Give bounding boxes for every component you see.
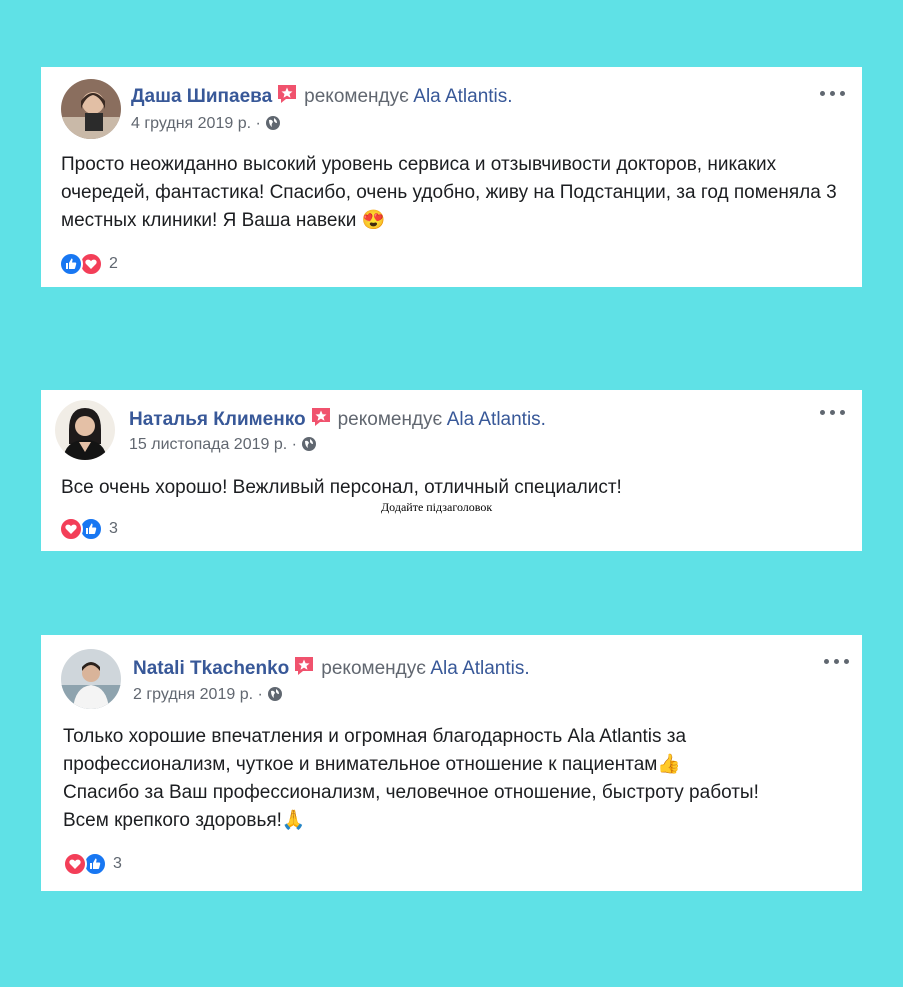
reactions-summary[interactable]: 3 <box>63 852 122 876</box>
recommendation-star-icon <box>310 406 332 433</box>
reactions-summary[interactable]: 2 <box>59 252 118 276</box>
post-date: 2 грудня 2019 р. · <box>133 686 283 707</box>
date-text[interactable]: 2 грудня 2019 р. · <box>133 686 263 703</box>
review-line: Всем крепкого здоровья!🙏 <box>63 810 306 831</box>
love-icon <box>63 852 87 876</box>
review-line: Спасибо за Ваш профессионализм, человечн… <box>63 782 759 803</box>
reviewer-name[interactable]: Даша Шипаева <box>131 86 272 107</box>
more-options-icon[interactable] <box>824 657 850 667</box>
post-date: 4 грудня 2019 р. · <box>131 115 281 136</box>
review-text: Все очень хорошо! Вежливый персонал, отл… <box>61 477 622 498</box>
review-header: Наталья Клименко рекомендує Ala Atlantis. <box>129 406 802 433</box>
globe-icon <box>267 686 283 707</box>
review-header: Даша Шипаева рекомендує Ala Atlantis. <box>131 83 802 110</box>
page-link[interactable]: Ala Atlantis. <box>430 658 529 679</box>
reviewer-name[interactable]: Наталья Клименко <box>129 409 306 430</box>
review-text: Просто неожиданно высокий уровень сервис… <box>61 151 846 235</box>
recommends-text: рекомендує <box>304 86 409 107</box>
review-header: Natali Tkachenko рекомендує Ala Atlantis. <box>133 655 802 682</box>
reactions-summary[interactable]: 3 <box>59 517 118 541</box>
date-text[interactable]: 4 грудня 2019 р. · <box>131 115 261 132</box>
recommendation-star-icon <box>293 655 315 682</box>
page-link[interactable]: Ala Atlantis. <box>447 409 546 430</box>
review-text: Только хорошие впечатления и огромная бл… <box>63 723 854 835</box>
date-text[interactable]: 15 листопада 2019 р. · <box>129 436 297 453</box>
more-options-icon[interactable] <box>820 408 846 418</box>
reaction-count: 3 <box>109 520 118 537</box>
recommends-text: рекомендує <box>321 658 426 679</box>
review-card: Даша Шипаева рекомендує Ala Atlantis. 4 г… <box>41 67 862 287</box>
avatar-photo <box>55 400 115 460</box>
avatar[interactable] <box>61 649 121 709</box>
review-card: Наталья Клименко рекомендує Ala Atlantis.… <box>41 390 862 551</box>
more-options-icon[interactable] <box>820 89 846 99</box>
recommendation-star-icon <box>276 83 298 110</box>
avatar[interactable] <box>55 400 115 460</box>
love-icon <box>59 517 83 541</box>
reaction-count: 3 <box>113 855 122 872</box>
subheading-placeholder[interactable]: Додайте підзаголовок <box>381 500 492 515</box>
page-link[interactable]: Ala Atlantis. <box>413 86 512 107</box>
review-card: Natali Tkachenko рекомендує Ala Atlantis.… <box>41 635 862 891</box>
review-line: профессионализм, чуткое и внимательное о… <box>63 754 682 775</box>
like-icon <box>59 252 83 276</box>
reviewer-name[interactable]: Natali Tkachenko <box>133 658 289 679</box>
review-line: Только хорошие впечатления и огромная бл… <box>63 726 687 747</box>
post-date: 15 листопада 2019 р. · <box>129 436 317 457</box>
globe-icon <box>301 436 317 457</box>
reaction-count: 2 <box>109 255 118 272</box>
avatar[interactable] <box>61 79 121 139</box>
globe-icon <box>265 115 281 136</box>
recommends-text: рекомендує <box>337 409 443 430</box>
heart-eyes-emoji: 😍 <box>361 210 386 231</box>
avatar-photo <box>61 79 121 139</box>
avatar-photo <box>61 649 121 709</box>
review-body: Просто неожиданно высокий уровень сервис… <box>61 154 837 231</box>
